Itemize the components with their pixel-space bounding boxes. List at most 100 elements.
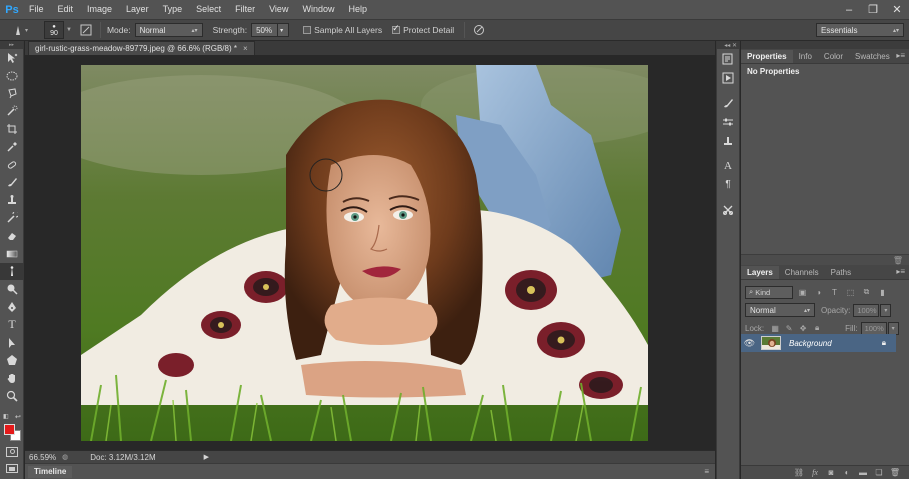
- brush-panel-icon[interactable]: [78, 22, 94, 38]
- chevron-down-icon[interactable]: ▼: [66, 27, 72, 33]
- clone-stamp-tool-icon[interactable]: [0, 191, 24, 209]
- brush-tool-icon[interactable]: [0, 174, 24, 192]
- menu-image[interactable]: Image: [80, 0, 119, 19]
- restore-button[interactable]: ❐: [861, 0, 885, 19]
- doc-info-icon[interactable]: ◍: [62, 453, 68, 461]
- tool-preset-picker[interactable]: [6, 21, 34, 39]
- filter-toggle-icon[interactable]: ▮: [876, 286, 889, 299]
- filter-pixel-icon[interactable]: ▣: [796, 286, 809, 299]
- close-button[interactable]: ✕: [885, 0, 909, 19]
- quick-mask-icon[interactable]: [6, 447, 18, 457]
- eraser-tool-icon[interactable]: [0, 227, 24, 245]
- menu-help[interactable]: Help: [341, 0, 374, 19]
- brush-settings-icon[interactable]: [717, 112, 739, 131]
- menu-edit[interactable]: Edit: [51, 0, 81, 19]
- paragraph-panel-icon[interactable]: ¶: [717, 175, 739, 194]
- history-panel-icon[interactable]: [717, 49, 739, 68]
- tab-swatches[interactable]: Swatches: [849, 50, 896, 63]
- move-tool-icon[interactable]: [0, 49, 24, 67]
- blend-mode-dropdown[interactable]: Normal ▴▾: [745, 303, 815, 317]
- panel-collapse-icon[interactable]: ▸▸: [0, 41, 23, 49]
- eyedropper-tool-icon[interactable]: [0, 138, 24, 156]
- opacity-field[interactable]: 100%: [853, 303, 880, 317]
- status-menu-arrow-icon[interactable]: ▶: [204, 453, 209, 461]
- workspace-dropdown[interactable]: Essentials ▴▾: [816, 23, 904, 37]
- lasso-tool-icon[interactable]: [0, 85, 24, 103]
- healing-brush-tool-icon[interactable]: [0, 156, 24, 174]
- menu-file[interactable]: File: [22, 0, 51, 19]
- lock-transparent-icon[interactable]: ▦: [769, 322, 781, 334]
- adjustment-layer-icon[interactable]: ◐: [839, 468, 855, 477]
- minimize-button[interactable]: ‒: [837, 0, 861, 19]
- panel-menu-icon[interactable]: ▸≡: [896, 51, 905, 60]
- shape-tool-icon[interactable]: [0, 352, 24, 370]
- opacity-slider-button[interactable]: ▾: [880, 303, 892, 317]
- lock-position-icon[interactable]: ✥: [797, 322, 809, 334]
- eye-icon[interactable]: 👁︎: [741, 338, 758, 349]
- pressure-icon[interactable]: [471, 22, 487, 38]
- menu-view[interactable]: View: [262, 0, 295, 19]
- panel-menu-icon[interactable]: ▸≡: [896, 267, 905, 276]
- sample-all-layers-checkbox[interactable]: [303, 26, 312, 34]
- path-selection-tool-icon[interactable]: [0, 334, 24, 352]
- strength-field[interactable]: 50%: [251, 23, 279, 37]
- tab-paths[interactable]: Paths: [825, 266, 857, 279]
- new-group-icon[interactable]: ▬: [855, 468, 871, 477]
- filter-shape-icon[interactable]: ⬚: [844, 286, 857, 299]
- hand-tool-icon[interactable]: [0, 369, 24, 387]
- tool-presets-icon[interactable]: [717, 200, 739, 219]
- canvas-photo[interactable]: [81, 65, 648, 441]
- filter-adjustment-icon[interactable]: ◑: [812, 286, 825, 299]
- crop-tool-icon[interactable]: [0, 120, 24, 138]
- menu-layer[interactable]: Layer: [119, 0, 156, 19]
- mode-dropdown[interactable]: Normal ▴▾: [134, 23, 203, 37]
- filter-type-icon[interactable]: T: [828, 286, 841, 299]
- tab-info[interactable]: Info: [793, 50, 818, 63]
- tab-properties[interactable]: Properties: [741, 50, 793, 63]
- lock-pixels-icon[interactable]: ✎: [783, 322, 795, 334]
- actions-panel-icon[interactable]: [717, 68, 739, 87]
- menu-type[interactable]: Type: [156, 0, 190, 19]
- close-tab-icon[interactable]: ×: [243, 44, 248, 53]
- zoom-level[interactable]: 66.59%: [29, 453, 56, 462]
- layer-style-icon[interactable]: fx: [807, 468, 823, 477]
- menu-filter[interactable]: Filter: [228, 0, 262, 19]
- lock-all-icon[interactable]: 🔒︎: [811, 322, 823, 334]
- canvas-area[interactable]: [25, 55, 715, 450]
- gradient-tool-icon[interactable]: [0, 245, 24, 263]
- link-layers-icon[interactable]: ⛓︎: [791, 468, 807, 477]
- new-layer-icon[interactable]: ❏: [871, 468, 887, 477]
- trash-icon[interactable]: 🗑: [893, 256, 903, 265]
- panel-menu-icon[interactable]: ≡: [704, 467, 709, 476]
- foreground-color-swatch[interactable]: [4, 424, 15, 435]
- history-brush-tool-icon[interactable]: [0, 209, 24, 227]
- menu-window[interactable]: Window: [295, 0, 341, 19]
- strength-slider-button[interactable]: ▾: [278, 23, 290, 37]
- quick-selection-tool-icon[interactable]: [0, 102, 24, 120]
- swap-colors-icon[interactable]: ↩: [15, 413, 21, 421]
- layer-row[interactable]: 👁︎ Background 🔒︎: [741, 334, 896, 352]
- character-panel-icon[interactable]: A: [717, 156, 739, 175]
- menu-select[interactable]: Select: [189, 0, 228, 19]
- dodge-tool-icon[interactable]: [0, 280, 24, 298]
- screen-mode-icon[interactable]: [6, 464, 18, 473]
- clone-source-icon[interactable]: [717, 131, 739, 150]
- fill-field[interactable]: 100%: [860, 321, 887, 335]
- add-mask-icon[interactable]: ◙: [823, 468, 839, 477]
- zoom-tool-icon[interactable]: [0, 387, 24, 405]
- brush-size-picker[interactable]: ● 90: [44, 21, 64, 39]
- dock-collapse-icon[interactable]: ◂◂ ✕: [717, 41, 739, 49]
- marquee-tool-icon[interactable]: [0, 67, 24, 85]
- timeline-tab[interactable]: Timeline: [28, 465, 73, 478]
- filter-smart-object-icon[interactable]: ⧉: [860, 286, 873, 299]
- fill-slider-button[interactable]: ▾: [887, 321, 899, 335]
- layer-filter-kind-dropdown[interactable]: ⌕ Kind: [745, 285, 793, 299]
- tab-channels[interactable]: Channels: [779, 266, 825, 279]
- document-tab[interactable]: girl-rustic-grass-meadow-89779.jpeg @ 66…: [28, 41, 255, 55]
- tab-color[interactable]: Color: [818, 50, 849, 63]
- delete-layer-icon[interactable]: 🗑︎: [887, 468, 903, 477]
- smudge-tool-icon[interactable]: [0, 262, 24, 281]
- brush-presets-icon[interactable]: [717, 93, 739, 112]
- protect-detail-checkbox[interactable]: [392, 23, 401, 34]
- type-tool-icon[interactable]: T: [0, 316, 24, 334]
